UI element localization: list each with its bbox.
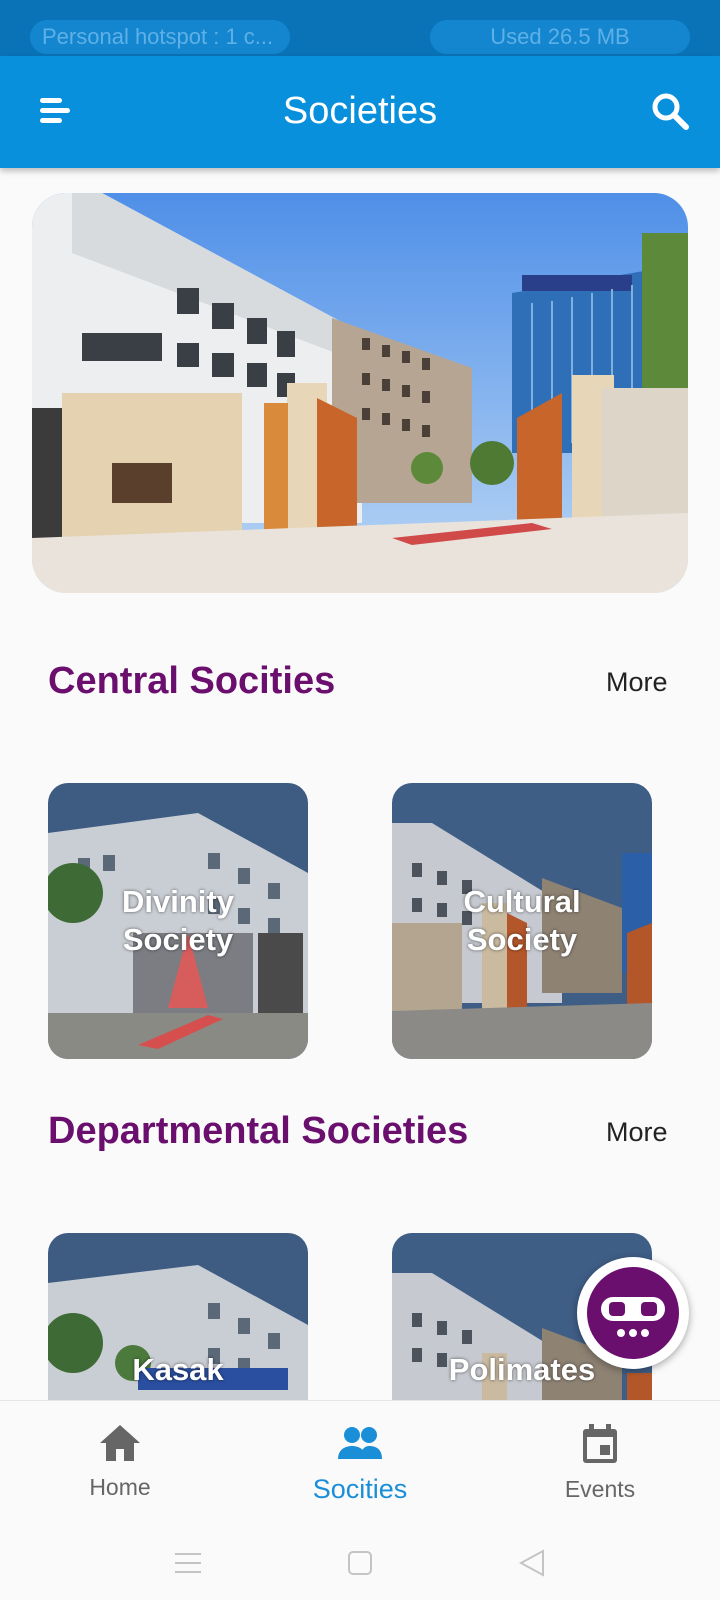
chatbot-fab[interactable] <box>577 1257 689 1369</box>
central-societies-title: Central Socities <box>48 660 336 702</box>
cultural-society-label-line2: Society <box>466 922 578 957</box>
cultural-society-label-line1: Cultural <box>463 884 581 919</box>
nav-societies-label: Socities <box>312 1474 408 1504</box>
hotspot-status: Personal hotspot : 1 c... <box>30 20 290 54</box>
recent-apps-icon[interactable] <box>175 1553 201 1573</box>
home-icon <box>100 1425 140 1461</box>
departmental-more-link[interactable]: More <box>606 1117 668 1148</box>
kasak-society-card[interactable]: Kasak <box>48 1233 308 1400</box>
cultural-society-card[interactable]: Cultural Society <box>392 783 652 1059</box>
kasak-society-label: Kasak <box>132 1352 224 1387</box>
home-circle-icon[interactable] <box>348 1551 372 1575</box>
robot-icon <box>587 1267 679 1359</box>
divinity-society-label-line1: Divinity <box>122 884 234 919</box>
data-usage-status: Used 26.5 MB <box>430 20 690 54</box>
calendar-icon <box>583 1424 617 1463</box>
divinity-society-label-line2: Society <box>122 922 234 957</box>
app-bar: Societies <box>0 56 720 168</box>
bottom-navigation: Home Socities Events <box>0 1400 720 1526</box>
nav-home[interactable]: Home <box>40 1423 200 1501</box>
central-more-link[interactable]: More <box>606 667 668 698</box>
hero-campus-image <box>32 193 688 593</box>
nav-societies[interactable]: Socities <box>280 1423 440 1505</box>
people-icon <box>338 1427 382 1459</box>
status-bar: Personal hotspot : 1 c... Used 26.5 MB <box>0 0 720 56</box>
system-navigation-bar <box>0 1526 720 1600</box>
search-icon[interactable] <box>650 91 690 131</box>
back-icon[interactable] <box>518 1549 544 1577</box>
page-title: Societies <box>282 90 438 132</box>
divinity-society-card[interactable]: Divinity Society <box>48 783 308 1059</box>
departmental-societies-title: Departmental Societies <box>48 1110 469 1152</box>
nav-events-label: Events <box>564 1476 636 1502</box>
nav-home-label: Home <box>89 1474 151 1500</box>
nav-events[interactable]: Events <box>520 1423 680 1503</box>
